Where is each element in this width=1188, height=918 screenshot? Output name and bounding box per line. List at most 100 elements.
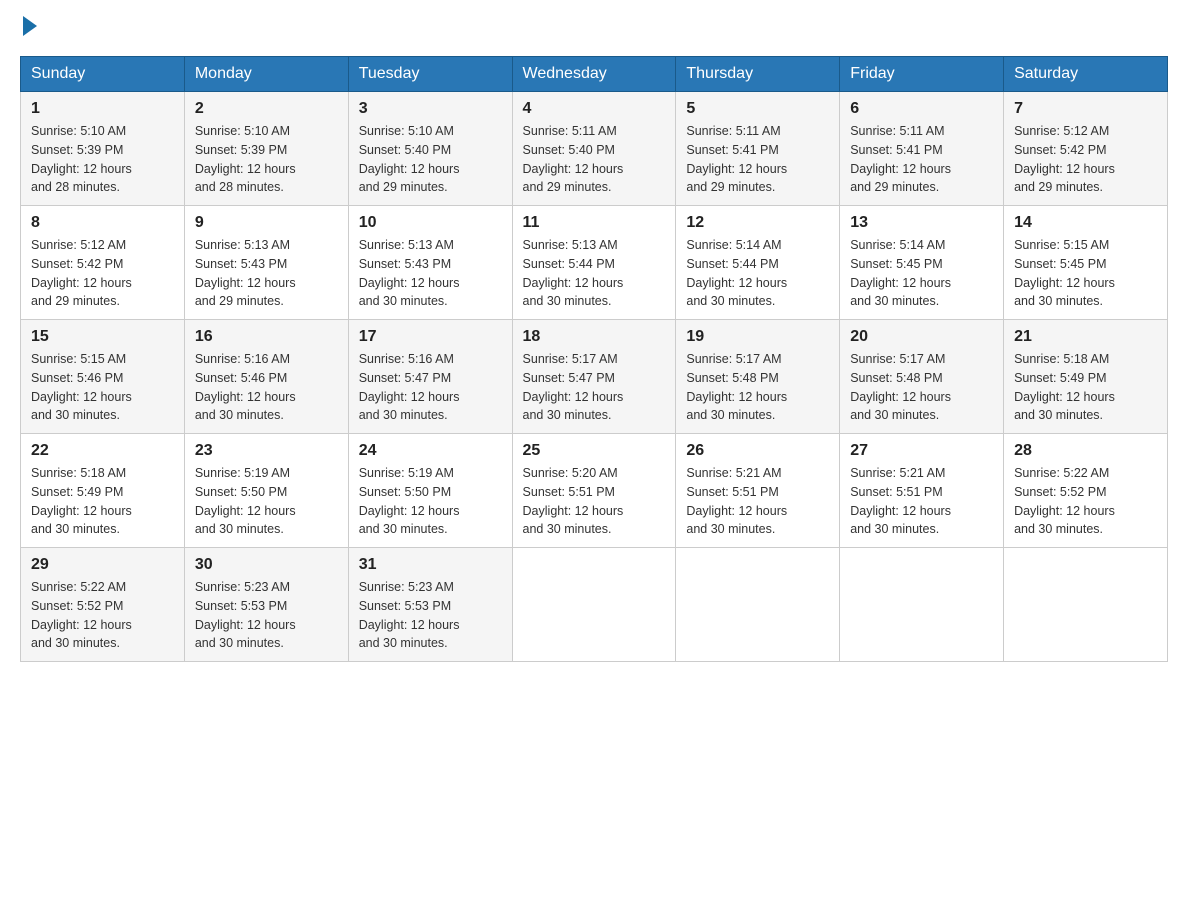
page-header <box>20 20 1168 36</box>
calendar-week-2: 8 Sunrise: 5:12 AM Sunset: 5:42 PM Dayli… <box>21 206 1168 320</box>
calendar-cell <box>1004 548 1168 662</box>
day-number: 17 <box>359 328 502 346</box>
day-info: Sunrise: 5:17 AM Sunset: 5:47 PM Dayligh… <box>523 350 666 425</box>
day-number: 1 <box>31 100 174 118</box>
day-number: 23 <box>195 442 338 460</box>
day-number: 5 <box>686 100 829 118</box>
header-sunday: Sunday <box>21 57 185 92</box>
header-monday: Monday <box>184 57 348 92</box>
calendar-cell: 25 Sunrise: 5:20 AM Sunset: 5:51 PM Dayl… <box>512 434 676 548</box>
calendar-week-1: 1 Sunrise: 5:10 AM Sunset: 5:39 PM Dayli… <box>21 92 1168 206</box>
day-number: 16 <box>195 328 338 346</box>
calendar-cell: 28 Sunrise: 5:22 AM Sunset: 5:52 PM Dayl… <box>1004 434 1168 548</box>
calendar-cell: 29 Sunrise: 5:22 AM Sunset: 5:52 PM Dayl… <box>21 548 185 662</box>
day-info: Sunrise: 5:10 AM Sunset: 5:39 PM Dayligh… <box>195 122 338 197</box>
calendar-cell: 14 Sunrise: 5:15 AM Sunset: 5:45 PM Dayl… <box>1004 206 1168 320</box>
day-info: Sunrise: 5:19 AM Sunset: 5:50 PM Dayligh… <box>195 464 338 539</box>
day-info: Sunrise: 5:19 AM Sunset: 5:50 PM Dayligh… <box>359 464 502 539</box>
day-number: 11 <box>523 214 666 232</box>
calendar-week-5: 29 Sunrise: 5:22 AM Sunset: 5:52 PM Dayl… <box>21 548 1168 662</box>
day-number: 30 <box>195 556 338 574</box>
day-number: 18 <box>523 328 666 346</box>
calendar-cell: 10 Sunrise: 5:13 AM Sunset: 5:43 PM Dayl… <box>348 206 512 320</box>
calendar-cell <box>512 548 676 662</box>
calendar-table: Sunday Monday Tuesday Wednesday Thursday… <box>20 56 1168 662</box>
calendar-cell: 16 Sunrise: 5:16 AM Sunset: 5:46 PM Dayl… <box>184 320 348 434</box>
calendar-cell: 9 Sunrise: 5:13 AM Sunset: 5:43 PM Dayli… <box>184 206 348 320</box>
calendar-cell: 15 Sunrise: 5:15 AM Sunset: 5:46 PM Dayl… <box>21 320 185 434</box>
calendar-cell <box>840 548 1004 662</box>
day-number: 15 <box>31 328 174 346</box>
day-info: Sunrise: 5:21 AM Sunset: 5:51 PM Dayligh… <box>686 464 829 539</box>
day-info: Sunrise: 5:11 AM Sunset: 5:40 PM Dayligh… <box>523 122 666 197</box>
day-number: 31 <box>359 556 502 574</box>
day-info: Sunrise: 5:17 AM Sunset: 5:48 PM Dayligh… <box>686 350 829 425</box>
calendar-cell: 27 Sunrise: 5:21 AM Sunset: 5:51 PM Dayl… <box>840 434 1004 548</box>
day-info: Sunrise: 5:23 AM Sunset: 5:53 PM Dayligh… <box>359 578 502 653</box>
day-info: Sunrise: 5:10 AM Sunset: 5:40 PM Dayligh… <box>359 122 502 197</box>
calendar-cell: 19 Sunrise: 5:17 AM Sunset: 5:48 PM Dayl… <box>676 320 840 434</box>
header-row: Sunday Monday Tuesday Wednesday Thursday… <box>21 57 1168 92</box>
day-number: 10 <box>359 214 502 232</box>
header-wednesday: Wednesday <box>512 57 676 92</box>
calendar-cell: 4 Sunrise: 5:11 AM Sunset: 5:40 PM Dayli… <box>512 92 676 206</box>
day-info: Sunrise: 5:20 AM Sunset: 5:51 PM Dayligh… <box>523 464 666 539</box>
calendar-cell: 13 Sunrise: 5:14 AM Sunset: 5:45 PM Dayl… <box>840 206 1004 320</box>
day-info: Sunrise: 5:10 AM Sunset: 5:39 PM Dayligh… <box>31 122 174 197</box>
calendar-week-3: 15 Sunrise: 5:15 AM Sunset: 5:46 PM Dayl… <box>21 320 1168 434</box>
day-info: Sunrise: 5:12 AM Sunset: 5:42 PM Dayligh… <box>1014 122 1157 197</box>
day-info: Sunrise: 5:16 AM Sunset: 5:46 PM Dayligh… <box>195 350 338 425</box>
calendar-cell: 22 Sunrise: 5:18 AM Sunset: 5:49 PM Dayl… <box>21 434 185 548</box>
day-info: Sunrise: 5:17 AM Sunset: 5:48 PM Dayligh… <box>850 350 993 425</box>
calendar-cell: 21 Sunrise: 5:18 AM Sunset: 5:49 PM Dayl… <box>1004 320 1168 434</box>
calendar-cell: 20 Sunrise: 5:17 AM Sunset: 5:48 PM Dayl… <box>840 320 1004 434</box>
day-info: Sunrise: 5:12 AM Sunset: 5:42 PM Dayligh… <box>31 236 174 311</box>
day-number: 13 <box>850 214 993 232</box>
day-number: 27 <box>850 442 993 460</box>
day-number: 26 <box>686 442 829 460</box>
day-info: Sunrise: 5:14 AM Sunset: 5:45 PM Dayligh… <box>850 236 993 311</box>
calendar-cell: 7 Sunrise: 5:12 AM Sunset: 5:42 PM Dayli… <box>1004 92 1168 206</box>
day-info: Sunrise: 5:18 AM Sunset: 5:49 PM Dayligh… <box>31 464 174 539</box>
day-info: Sunrise: 5:15 AM Sunset: 5:45 PM Dayligh… <box>1014 236 1157 311</box>
day-info: Sunrise: 5:14 AM Sunset: 5:44 PM Dayligh… <box>686 236 829 311</box>
day-number: 29 <box>31 556 174 574</box>
day-info: Sunrise: 5:13 AM Sunset: 5:43 PM Dayligh… <box>359 236 502 311</box>
day-info: Sunrise: 5:22 AM Sunset: 5:52 PM Dayligh… <box>1014 464 1157 539</box>
day-info: Sunrise: 5:13 AM Sunset: 5:44 PM Dayligh… <box>523 236 666 311</box>
logo <box>20 20 37 36</box>
calendar-cell: 30 Sunrise: 5:23 AM Sunset: 5:53 PM Dayl… <box>184 548 348 662</box>
calendar-cell: 18 Sunrise: 5:17 AM Sunset: 5:47 PM Dayl… <box>512 320 676 434</box>
day-number: 25 <box>523 442 666 460</box>
calendar-cell: 11 Sunrise: 5:13 AM Sunset: 5:44 PM Dayl… <box>512 206 676 320</box>
day-number: 22 <box>31 442 174 460</box>
day-info: Sunrise: 5:15 AM Sunset: 5:46 PM Dayligh… <box>31 350 174 425</box>
calendar-cell: 1 Sunrise: 5:10 AM Sunset: 5:39 PM Dayli… <box>21 92 185 206</box>
calendar-cell: 12 Sunrise: 5:14 AM Sunset: 5:44 PM Dayl… <box>676 206 840 320</box>
header-tuesday: Tuesday <box>348 57 512 92</box>
calendar-cell: 31 Sunrise: 5:23 AM Sunset: 5:53 PM Dayl… <box>348 548 512 662</box>
day-number: 28 <box>1014 442 1157 460</box>
day-info: Sunrise: 5:11 AM Sunset: 5:41 PM Dayligh… <box>850 122 993 197</box>
header-friday: Friday <box>840 57 1004 92</box>
calendar-cell: 17 Sunrise: 5:16 AM Sunset: 5:47 PM Dayl… <box>348 320 512 434</box>
day-info: Sunrise: 5:11 AM Sunset: 5:41 PM Dayligh… <box>686 122 829 197</box>
day-number: 19 <box>686 328 829 346</box>
calendar-cell: 26 Sunrise: 5:21 AM Sunset: 5:51 PM Dayl… <box>676 434 840 548</box>
day-info: Sunrise: 5:23 AM Sunset: 5:53 PM Dayligh… <box>195 578 338 653</box>
day-number: 24 <box>359 442 502 460</box>
calendar-cell <box>676 548 840 662</box>
calendar-cell: 23 Sunrise: 5:19 AM Sunset: 5:50 PM Dayl… <box>184 434 348 548</box>
day-number: 21 <box>1014 328 1157 346</box>
day-info: Sunrise: 5:21 AM Sunset: 5:51 PM Dayligh… <box>850 464 993 539</box>
day-number: 2 <box>195 100 338 118</box>
calendar-cell: 3 Sunrise: 5:10 AM Sunset: 5:40 PM Dayli… <box>348 92 512 206</box>
calendar-cell: 8 Sunrise: 5:12 AM Sunset: 5:42 PM Dayli… <box>21 206 185 320</box>
calendar-cell: 5 Sunrise: 5:11 AM Sunset: 5:41 PM Dayli… <box>676 92 840 206</box>
calendar-week-4: 22 Sunrise: 5:18 AM Sunset: 5:49 PM Dayl… <box>21 434 1168 548</box>
day-number: 3 <box>359 100 502 118</box>
day-number: 14 <box>1014 214 1157 232</box>
day-info: Sunrise: 5:22 AM Sunset: 5:52 PM Dayligh… <box>31 578 174 653</box>
day-number: 6 <box>850 100 993 118</box>
day-info: Sunrise: 5:16 AM Sunset: 5:47 PM Dayligh… <box>359 350 502 425</box>
